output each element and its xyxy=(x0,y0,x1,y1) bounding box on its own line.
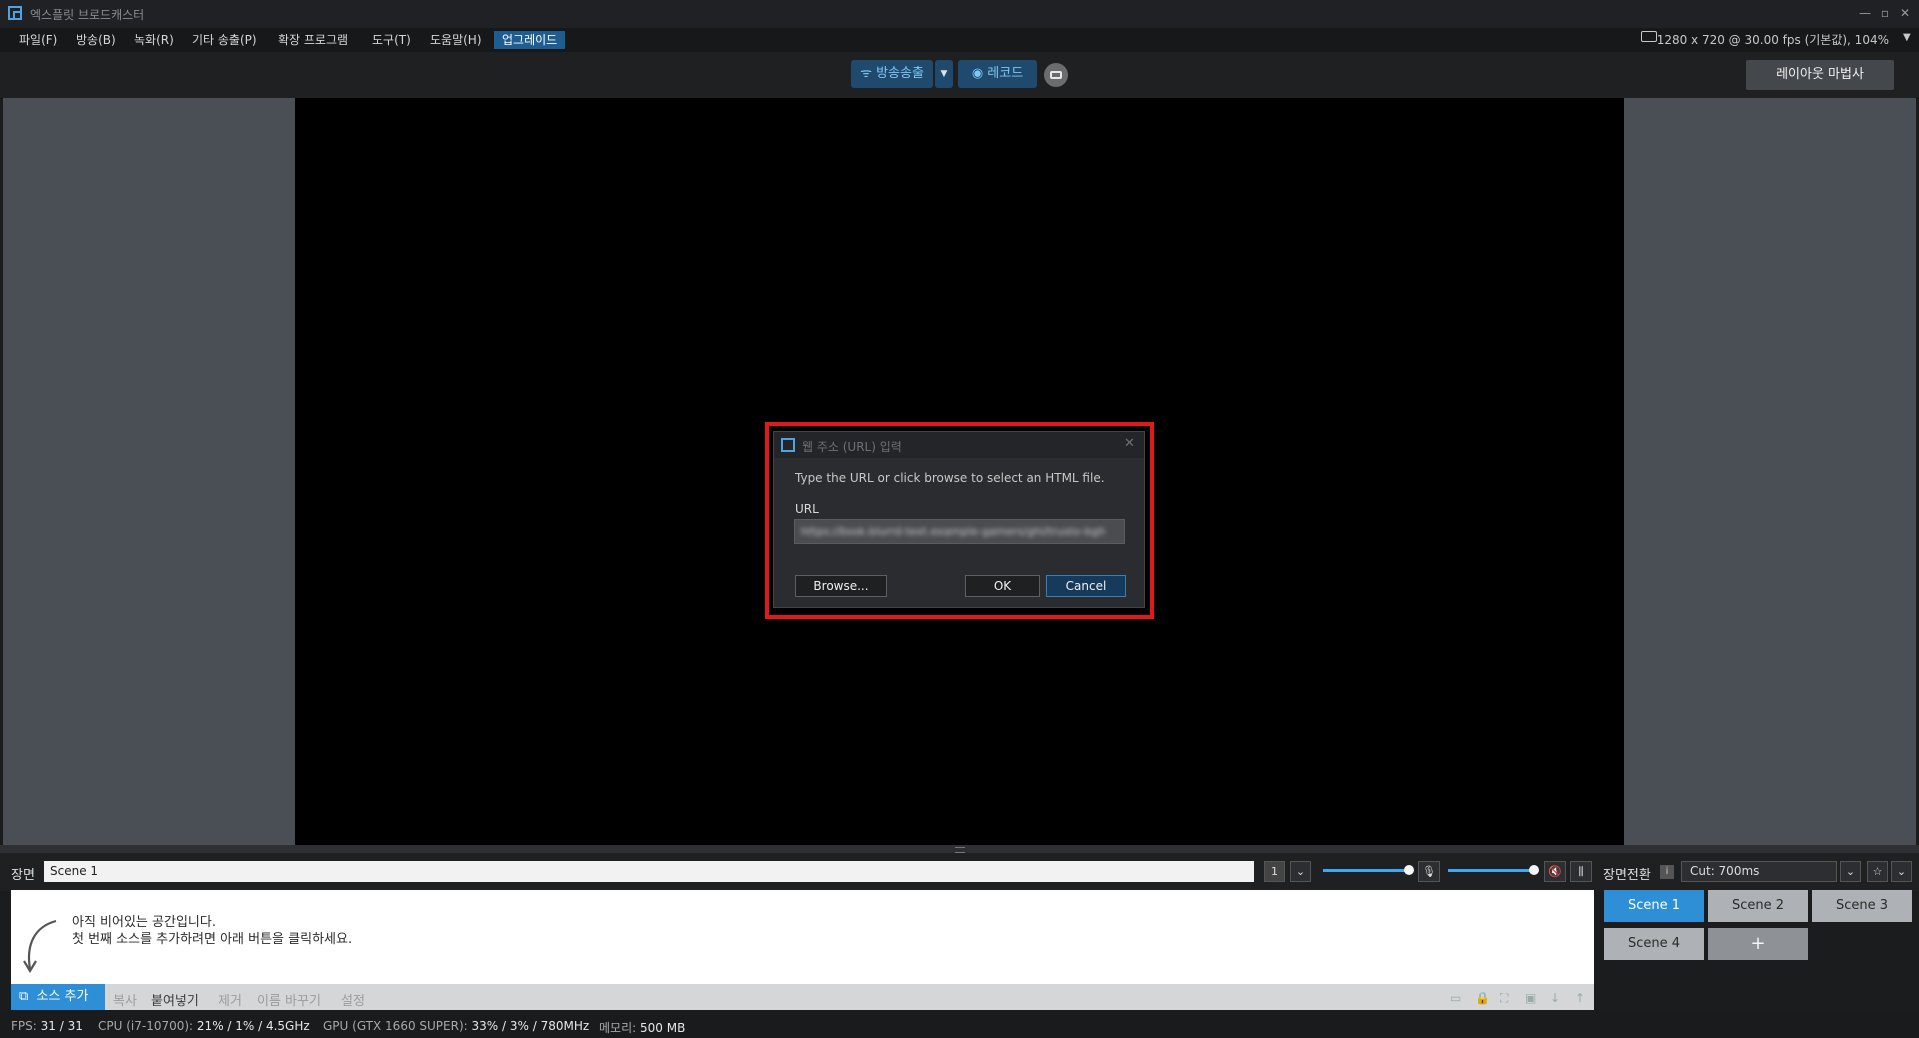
scene-dropdown-chevron-down-icon[interactable]: ⌄ xyxy=(1290,861,1311,882)
add-scene-button[interactable]: + xyxy=(1708,928,1808,960)
transition-select[interactable]: Cut: 700ms xyxy=(1681,861,1837,882)
transition-chevron-down-icon[interactable]: ⌄ xyxy=(1840,861,1861,882)
settings-button[interactable]: 설정 xyxy=(341,990,365,1009)
paste-button[interactable]: 붙여넣기 xyxy=(151,990,199,1009)
record-button[interactable]: ◉ 레코드 xyxy=(958,60,1037,88)
add-source-button[interactable]: ⧉ 소스 추가 xyxy=(11,984,105,1010)
cpu-label: CPU (i7-10700): xyxy=(98,1019,194,1033)
add-source-label: 소스 추가 xyxy=(36,989,89,1004)
transition-options-chevron-down-icon[interactable]: ⌄ xyxy=(1891,861,1912,882)
menu-help[interactable]: 도움말(H) xyxy=(422,31,490,49)
screenshot-camera-icon[interactable] xyxy=(1044,63,1068,87)
cpu-status: CPU (i7-10700): 21% / 1% / 4.5GHz xyxy=(98,1019,310,1033)
menu-file[interactable]: 파일(F) xyxy=(11,31,65,49)
menu-other-output[interactable]: 기타 송출(P) xyxy=(184,31,265,49)
scene-number-badge: 1 xyxy=(1264,861,1285,882)
fps-label: FPS: xyxy=(11,1019,37,1033)
cpu-value: 21% / 1% / 4.5GHz xyxy=(196,1019,310,1033)
speaker-muted-icon[interactable]: 🔇 xyxy=(1544,861,1566,882)
copy-button[interactable]: 복사 xyxy=(113,990,137,1009)
broadcast-dropdown-button[interactable]: ▼ xyxy=(935,60,953,88)
curved-arrow-icon xyxy=(23,919,57,974)
scene-name-input[interactable]: Scene 1 xyxy=(44,861,1254,882)
ok-button[interactable]: OK xyxy=(965,575,1040,597)
app-logo-icon xyxy=(781,438,795,452)
wifi-icon: ᯤ xyxy=(860,66,872,81)
resolution-info[interactable]: 1280 x 720 @ 30.00 fps (기본값), 104% xyxy=(1657,31,1889,48)
speaker-volume-knob[interactable] xyxy=(1404,865,1414,875)
url-input[interactable]: https://bssk.blurrd-text.example-gamers/… xyxy=(794,519,1125,544)
audio-mixer-icon[interactable]: ⫼ xyxy=(1570,861,1592,882)
add-source-icon: ⧉ xyxy=(19,989,29,1004)
mic-volume-slider[interactable] xyxy=(1448,869,1534,872)
gpu-label: GPU (GTX 1660 SUPER): xyxy=(323,1019,468,1033)
menu-record[interactable]: 녹화(R) xyxy=(126,31,182,49)
dialog-instruction: Type the URL or click browse to select a… xyxy=(795,471,1105,485)
menu-bar: 파일(F) 방송(B) 녹화(R) 기타 송출(P) 확장 프로그램 도구(T)… xyxy=(0,28,1919,52)
fps-value: 31 / 31 xyxy=(40,1019,83,1033)
memory-value: 500 MB xyxy=(640,1021,686,1035)
move-up-icon[interactable]: ↑ xyxy=(1575,991,1589,1005)
url-label: URL xyxy=(795,502,819,516)
window-icon[interactable]: ▣ xyxy=(1525,991,1539,1005)
record-icon: ◉ xyxy=(971,66,984,81)
broadcast-button[interactable]: ᯤ 방송송출 xyxy=(851,60,933,88)
menu-tools[interactable]: 도구(T) xyxy=(364,31,419,49)
menu-extensions[interactable]: 확장 프로그램 xyxy=(270,31,356,49)
gpu-value: 33% / 3% / 780MHz xyxy=(471,1019,590,1033)
close-icon[interactable]: ✕ xyxy=(1124,436,1135,451)
cancel-button[interactable]: Cancel xyxy=(1046,575,1126,597)
menu-broadcast[interactable]: 방송(B) xyxy=(68,31,124,49)
scene-3-button[interactable]: Scene 3 xyxy=(1812,890,1912,922)
lock-icon[interactable]: 🔒 xyxy=(1475,991,1490,1005)
menu-upgrade[interactable]: 업그레이드 xyxy=(494,31,566,49)
scene-label: 장면 xyxy=(11,868,35,883)
speaker-volume-slider[interactable] xyxy=(1323,869,1409,872)
memory-status: 메모리: 500 MB xyxy=(599,1019,685,1036)
memory-label: 메모리: xyxy=(599,1021,637,1035)
mic-volume-knob[interactable] xyxy=(1529,865,1539,875)
empty-hint-line2: 첫 번째 소스를 추가하려면 아래 버튼을 클릭하세요. xyxy=(72,932,353,947)
chevron-down-icon[interactable]: ▼ xyxy=(1903,32,1911,43)
monitor-icon xyxy=(1641,31,1657,42)
title-bar: 엑스플릿 브로드캐스터 — ▫ ✕ xyxy=(0,0,1919,28)
move-down-icon[interactable]: ↓ xyxy=(1550,991,1564,1005)
gpu-status: GPU (GTX 1660 SUPER): 33% / 3% / 780MHz xyxy=(323,1019,589,1033)
app-logo-icon xyxy=(8,6,22,20)
source-toolbar xyxy=(11,984,1594,1010)
dialog-title: 웹 주소 (URL) 입력 xyxy=(802,440,902,454)
url-input-dialog: 웹 주소 (URL) 입력 ✕ Type the URL or click br… xyxy=(773,431,1145,608)
favorite-star-icon[interactable]: ☆ xyxy=(1867,861,1888,882)
layout-wizard-button[interactable]: 레이아웃 마법사 xyxy=(1746,60,1894,90)
browse-button[interactable]: Browse... xyxy=(795,575,887,597)
url-input-value: https://bssk.blurrd-text.example-gamers/… xyxy=(801,525,1106,537)
maximize-button[interactable]: ▫ xyxy=(1876,4,1894,22)
info-icon[interactable]: i xyxy=(1660,865,1674,879)
transition-label: 장면전환 xyxy=(1603,868,1651,883)
dialog-title-bar: 웹 주소 (URL) 입력 ✕ xyxy=(774,432,1144,458)
mic-muted-icon[interactable]: 🎙 xyxy=(1418,861,1440,882)
window-title: 엑스플릿 브로드캐스터 xyxy=(30,8,145,22)
rename-button[interactable]: 이름 바꾸기 xyxy=(257,990,321,1009)
close-button[interactable]: ✕ xyxy=(1896,4,1914,22)
fit-icon[interactable]: ⛶ xyxy=(1500,991,1514,1005)
record-label: 레코드 xyxy=(987,66,1024,81)
scene-1-button[interactable]: Scene 1 xyxy=(1604,890,1704,922)
broadcast-label: 방송송출 xyxy=(876,66,924,81)
fps-status: FPS: 31 / 31 xyxy=(11,1019,83,1033)
folder-icon[interactable]: ▭ xyxy=(1450,991,1464,1005)
scene-4-button[interactable]: Scene 4 xyxy=(1604,928,1704,960)
scene-2-button[interactable]: Scene 2 xyxy=(1708,890,1808,922)
remove-button[interactable]: 제거 xyxy=(218,990,242,1009)
minimize-button[interactable]: — xyxy=(1856,4,1874,22)
